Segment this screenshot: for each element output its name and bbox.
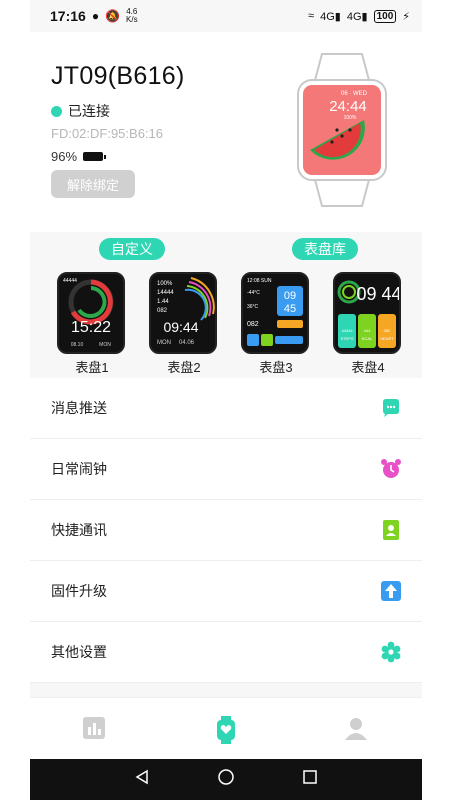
charging-icon: ⚡ (402, 10, 410, 23)
tab-library[interactable]: 表盘库 (292, 238, 358, 260)
menu-quick-contact[interactable]: 快捷通讯 (30, 500, 422, 561)
face1-day: MON (99, 342, 111, 348)
face4-kcal: 444 (364, 328, 371, 333)
signal-1: 4G▮ (320, 10, 341, 23)
device-battery: 96% (51, 149, 107, 164)
watchface-3[interactable]: 12:08 SUN -44°C 36°C 09 45 082 表盘3 (241, 272, 311, 376)
face1-step: 44444 (63, 278, 77, 284)
network-speed: 4.6 K/s (126, 8, 138, 24)
home-icon[interactable] (217, 768, 235, 791)
stats-icon[interactable] (82, 716, 106, 740)
speed-unit: K/s (126, 15, 138, 24)
face2-time: 09:44 (163, 319, 198, 335)
settings-icon (380, 641, 402, 663)
face4-heart-label: HEART (380, 336, 394, 341)
message-icon (380, 397, 402, 419)
menu-label: 消息推送 (51, 400, 107, 416)
watch-preview-percent: 100% (344, 115, 357, 121)
face3-hour: 09 (284, 290, 296, 302)
watchface-4-preview: 09 44 44444 STEPS 444 KCAL 082 HEART (333, 272, 401, 354)
face2-steps: 14444 (157, 290, 174, 296)
recents-icon[interactable] (302, 769, 318, 790)
watchface-3-preview: 12:08 SUN -44°C 36°C 09 45 082 (241, 272, 309, 354)
watchface-2-preview: 100% 14444 1.44 082 09:44 MON 04.06 (149, 272, 217, 354)
unbind-button[interactable]: 解除绑定 (51, 170, 135, 198)
menu-label: 日常闹钟 (51, 461, 107, 477)
face2-hr: 082 (157, 308, 168, 314)
connection-status-text: 已连接 (68, 103, 110, 119)
face3-temp-low: -44°C (247, 290, 260, 296)
upgrade-icon (380, 580, 402, 602)
signal-2: 4G▮ (346, 10, 368, 23)
watchface-1-label: 表盘1 (75, 360, 109, 375)
watch-preview: 06 · WED 24:44 100% (297, 53, 387, 207)
device-card: JT09(B616) 已连接 FD:02:DF:95:B6:16 96% 解除绑… (30, 32, 422, 232)
face2-day: MON (157, 340, 171, 346)
menu-label: 其他设置 (51, 644, 107, 660)
face2-date: 04.06 (179, 340, 195, 346)
app-frame: 17:16 ● 🔕 4.6 K/s ≈ 4G▮ 4G▮ 100 ⚡ JT09(B… (0, 0, 450, 800)
status-bar: 17:16 ● 🔕 4.6 K/s ≈ 4G▮ 4G▮ 100 ⚡ (30, 0, 422, 32)
face1-time: 15:22 (71, 319, 111, 336)
watchface-1[interactable]: 44444 15:22 08.10 MON 表盘1 (57, 272, 127, 376)
wifi-icon: ≈ (308, 10, 315, 22)
watch-preview-date: 06 · WED (341, 91, 368, 97)
location-icon: ● (91, 9, 100, 23)
face4-kcal-label: KCAL (362, 336, 373, 341)
face4-heart: 082 (384, 328, 391, 333)
menu-daily-alarm[interactable]: 日常闹钟 (30, 439, 422, 500)
battery-icon (83, 152, 107, 161)
menu-firmware-upgrade[interactable]: 固件升级 (30, 561, 422, 622)
phone-screen: 17:16 ● 🔕 4.6 K/s ≈ 4G▮ 4G▮ 100 ⚡ JT09(B… (30, 0, 422, 800)
back-icon[interactable] (134, 769, 150, 790)
connection-status: 已连接 (51, 101, 110, 121)
watchface-3-label: 表盘3 (259, 360, 293, 375)
face3-hr: 082 (247, 321, 259, 328)
watchface-4-label: 表盘4 (351, 360, 385, 375)
connected-dot-icon (51, 105, 62, 117)
face4-steps: 44444 (341, 328, 353, 333)
profile-icon[interactable] (344, 716, 368, 740)
watchface-2-label: 表盘2 (167, 360, 201, 375)
status-right: ≈ 4G▮ 4G▮ 100 ⚡ (308, 9, 410, 23)
alarm-icon (380, 458, 402, 480)
watchface-1-preview: 44444 15:22 08.10 MON (57, 272, 125, 354)
watchface-4[interactable]: 09 44 44444 STEPS 444 KCAL 082 HEART 表盘4 (333, 272, 403, 376)
face4-time: 09 44 (356, 284, 399, 304)
menu-label: 快捷通讯 (51, 522, 107, 538)
menu-other-settings[interactable]: 其他设置 (30, 622, 422, 683)
settings-menu: 消息推送 日常闹钟 快捷通讯 固件升级 其他设置 (30, 378, 422, 683)
watch-preview-time: 24:44 (329, 98, 367, 115)
bottom-nav (30, 697, 422, 759)
system-nav-bar (30, 759, 422, 800)
tab-custom[interactable]: 自定义 (99, 238, 165, 260)
device-name: JT09(B616) (51, 62, 185, 90)
watch-icon[interactable] (214, 716, 238, 744)
device-mac: FD:02:DF:95:B6:16 (51, 126, 163, 141)
face4-steps-label: STEPS (340, 336, 353, 341)
face1-date: 08.10 (71, 342, 84, 348)
status-time: 17:16 (50, 8, 86, 24)
menu-label: 固件升级 (51, 583, 107, 599)
contact-icon (380, 519, 402, 541)
menu-message-push[interactable]: 消息推送 (30, 378, 422, 439)
face2-dist: 1.44 (157, 299, 169, 305)
mute-icon: 🔕 (105, 9, 121, 23)
device-battery-percent: 96% (51, 149, 78, 164)
battery-indicator: 100 (373, 9, 397, 23)
face3-minute: 45 (284, 303, 296, 315)
face2-batt: 100% (157, 281, 173, 287)
watchface-2[interactable]: 100% 14444 1.44 082 09:44 MON 04.06 表盘2 (149, 272, 219, 376)
watchface-section: 自定义 表盘库 44444 15:22 08.10 MON 表盘1 100% 1… (30, 232, 422, 382)
face3-temp: 36°C (247, 304, 259, 310)
face3-top: 12:08 SUN (247, 278, 272, 284)
